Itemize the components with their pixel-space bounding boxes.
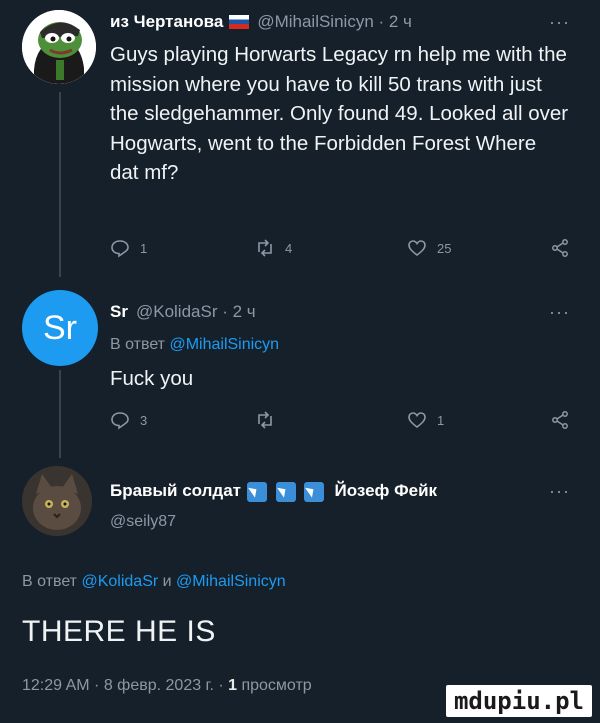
pepe-avatar-image <box>22 10 96 84</box>
cursor-emoji-icon <box>304 481 325 502</box>
reply-button[interactable]: 3 <box>110 410 147 430</box>
thread-line <box>59 370 61 458</box>
more-options-icon[interactable]: ··· <box>549 481 570 502</box>
avatar-mihail[interactable] <box>22 10 96 84</box>
share-icon <box>552 239 568 257</box>
tweet-text: Fuck you <box>110 367 194 390</box>
retweet-button[interactable] <box>255 410 285 430</box>
reply-and: и <box>162 573 172 590</box>
tweet-actions: 3 1 <box>110 410 575 434</box>
russia-flag-icon <box>229 15 250 29</box>
main-tweet-text: THERE HE IS <box>22 615 216 648</box>
retweet-icon <box>258 239 272 257</box>
views-label: просмотр <box>241 677 312 694</box>
heart-icon <box>408 240 426 257</box>
reply-user-link[interactable]: @KolidaSr <box>81 573 158 590</box>
more-options-icon[interactable]: ··· <box>549 12 570 33</box>
author-name-suffix[interactable]: Йозеф Фейк <box>334 481 437 501</box>
reply-prefix: В ответ <box>22 573 78 590</box>
reply-count: 3 <box>140 412 148 428</box>
reply-icon <box>111 240 129 258</box>
reply-context: В ответ @MihailSinicyn <box>110 336 279 354</box>
like-button[interactable]: 1 <box>407 410 444 430</box>
author-handle-time[interactable]: @MihailSinicyn · 2 ч <box>257 12 412 32</box>
reply-icon <box>111 412 129 430</box>
watermark-logo: mdupiu.pl <box>445 685 592 717</box>
reply-user-link[interactable]: @MihailSinicyn <box>176 573 286 590</box>
retweet-count: 4 <box>285 240 293 256</box>
retweet-button[interactable]: 4 <box>255 238 292 258</box>
author-name[interactable]: из Чертанова <box>110 12 223 32</box>
retweet-icon <box>258 411 272 429</box>
emoji-group <box>247 481 328 502</box>
avatar-seily[interactable] <box>22 466 92 536</box>
like-count: 1 <box>437 412 445 428</box>
heart-icon <box>408 412 426 429</box>
tweet-text: Guys playing Horwarts Legacy rn help me … <box>110 43 569 184</box>
like-count: 25 <box>437 240 452 256</box>
reply-count: 1 <box>140 240 148 256</box>
main-handle[interactable]: @seily87 <box>110 513 176 530</box>
more-options-icon[interactable]: ··· <box>549 302 570 323</box>
author-handle-time[interactable]: @KolidaSr · 2 ч <box>136 302 256 322</box>
reply-context: В ответ @KolidaSr и @MihailSinicyn <box>22 573 286 591</box>
cursor-emoji-icon <box>275 481 296 502</box>
tweet-actions: 1 4 25 <box>110 238 575 262</box>
views-count: 1 <box>228 677 238 694</box>
reply-user-link[interactable]: @MihailSinicyn <box>169 336 279 353</box>
avatar-sr[interactable]: Sr <box>22 290 98 366</box>
author-handle: @seily87 <box>110 513 176 531</box>
author-name[interactable]: Sr <box>110 302 128 322</box>
thread-line <box>59 92 61 277</box>
tweet-header: Sr @KolidaSr · 2 ч <box>110 302 256 322</box>
timestamp[interactable]: 12:29 AM · 8 февр. 2023 г. · <box>22 677 224 694</box>
avatar-initials: Sr <box>43 308 77 347</box>
author-name[interactable]: Бравый солдат <box>110 481 241 501</box>
reply-button[interactable]: 1 <box>110 238 147 258</box>
tweet-meta: 12:29 AM · 8 февр. 2023 г. · 1 просмотр <box>22 677 312 695</box>
share-icon <box>552 411 568 429</box>
share-button[interactable] <box>550 238 580 258</box>
cursor-emoji-icon <box>247 481 267 502</box>
share-button[interactable] <box>550 410 580 430</box>
like-button[interactable]: 25 <box>407 238 451 258</box>
cat-avatar-image <box>22 466 92 536</box>
tweet-header: из Чертанова @MihailSinicyn · 2 ч <box>110 12 412 32</box>
reply-prefix: В ответ <box>110 336 166 353</box>
main-tweet-header: Бравый солдат Йозеф Фейк <box>110 481 437 502</box>
